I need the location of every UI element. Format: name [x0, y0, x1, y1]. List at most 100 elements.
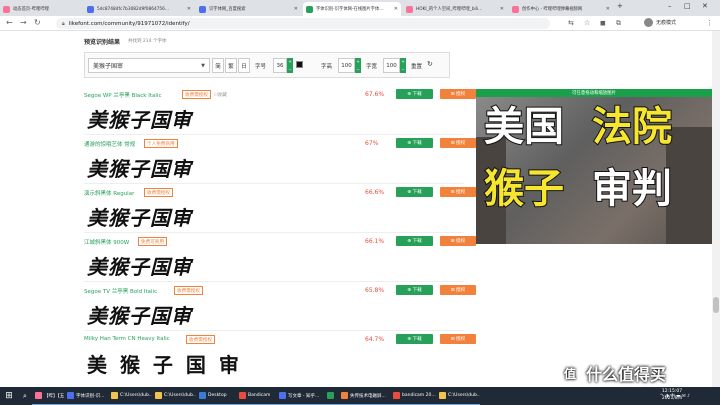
taskbar-app-item[interactable]: 字体识别-识... — [64, 387, 108, 405]
reset-icon[interactable]: ↻ — [427, 60, 433, 68]
width-input[interactable]: 100 — [383, 58, 400, 73]
size-input[interactable]: 36 — [273, 58, 287, 73]
search-icon[interactable]: ⌕ — [18, 387, 32, 405]
preview-text-select[interactable]: 美猴子国审 ▼ — [88, 58, 210, 73]
download-button[interactable]: ⊕ 下载 — [396, 285, 433, 295]
download-label: 下载 — [412, 141, 422, 146]
forward-icon[interactable]: → — [20, 18, 27, 27]
puzzle-icon[interactable]: ⧉ — [616, 19, 621, 28]
reset-button[interactable]: 重置 — [411, 62, 422, 70]
taskbar-app-item[interactable]: bandicam 20... — [390, 387, 436, 405]
font-name-link[interactable]: Milky Han Term CN Heavy Italic — [84, 336, 170, 342]
font-name-link[interactable]: 演示斜黑体 Regular — [84, 189, 134, 197]
font-result-row: 江城斜黑体 900W 免费可商用 66.1% ⊕ 下载 ⊞ 授权 美猴子国审 — [84, 233, 476, 282]
font-name-link[interactable]: Segoe TV 兰亭黑 Bold Italic — [84, 287, 157, 295]
authorize-button[interactable]: ⊞ 授权 — [440, 187, 476, 197]
font-preview: 美猴子国审 — [87, 304, 192, 328]
taskbar-app-item[interactable]: Bandicam — [236, 387, 276, 405]
star-icon[interactable]: ☆ — [584, 19, 590, 27]
minus-icon[interactable]: − — [401, 67, 404, 72]
license-tag: 收费需授权 — [174, 286, 203, 295]
taskbar-app-item[interactable]: 失传技术电磁屏... — [338, 387, 390, 405]
watermark: 值 什么值得买 — [560, 360, 710, 386]
font-name-link[interactable]: 通游的惊哦艺体 常规 — [84, 140, 135, 148]
minimize-button[interactable]: – — [668, 2, 672, 10]
minus-icon[interactable]: − — [288, 67, 291, 72]
download-button[interactable]: ⊕ 下载 — [396, 138, 433, 148]
authorize-button[interactable]: ⊞ 授权 — [440, 236, 476, 246]
maximize-button[interactable]: □ — [684, 2, 691, 10]
width-stepper[interactable]: + − — [400, 58, 406, 73]
taskbar-app-item[interactable]: C:\Users\dub... — [152, 387, 196, 405]
download-button[interactable]: ⊕ 下载 — [396, 187, 433, 197]
floating-source-image[interactable]: 可任意拖动和缩放图片 美国 法院 猴子 审判 — [476, 89, 712, 244]
simplified-button[interactable]: 简 — [212, 58, 224, 73]
close-icon[interactable]: ✕ — [184, 6, 191, 12]
favorite-link[interactable]: ☆收藏 — [213, 91, 227, 98]
authorize-button[interactable]: ⊞ 授权 — [440, 334, 476, 344]
taskbar-app-item[interactable]: C:\Users\dub... — [436, 387, 480, 405]
url-input[interactable]: 🔒︎ likefont.com/community/91971072/ident… — [56, 18, 550, 29]
font-result-row: Segoe TV 兰亭黑 Bold Italic 收费需授权 65.8% ⊕ 下… — [84, 282, 476, 331]
taskbar-app-label: bandicam 20... — [402, 393, 436, 398]
size-stepper[interactable]: + − — [287, 58, 293, 73]
height-input[interactable]: 100 — [338, 58, 355, 73]
tab-creator-center[interactable]: 创作中心 - 哔哩哔哩弹幕视频网 ✕ — [509, 2, 613, 16]
bilibili-tab-icon — [512, 5, 519, 13]
license-tag: 收费需授权 — [182, 90, 211, 99]
taskbar-app-item[interactable]: C:\Users\dub... — [108, 387, 152, 405]
minus-icon[interactable]: − — [356, 67, 359, 72]
tab-baidu-search[interactable]: 识字体网_百度搜索 ✕ — [196, 2, 301, 16]
scrollbar-thumb[interactable] — [713, 297, 719, 313]
taskbar-app-item[interactable]: 【哔】【五F... — [32, 387, 64, 405]
plus-icon[interactable]: + — [401, 59, 404, 64]
taskbar-app-label: C:\Users\dub... — [164, 393, 196, 398]
preview-text-value: 美猴子国审 — [93, 63, 124, 70]
new-tab-button[interactable]: + — [617, 2, 623, 10]
authorize-button[interactable]: ⊞ 授权 — [440, 89, 476, 99]
translate-icon[interactable]: ⇆ — [568, 19, 574, 27]
sun-button[interactable]: 日 — [238, 58, 250, 73]
taskbar-app-item[interactable]: 写文章 - 知乎... — [276, 387, 324, 405]
font-name-link[interactable]: 江城斜黑体 900W — [84, 238, 129, 246]
extension-icon[interactable]: ◼ — [600, 19, 606, 27]
match-percent: 64.7% — [365, 336, 385, 343]
authorize-button[interactable]: ⊞ 授权 — [440, 285, 476, 295]
close-icon[interactable]: ✕ — [291, 6, 298, 12]
taskbar-app-item[interactable] — [324, 387, 338, 405]
page-scrollbar[interactable] — [712, 31, 720, 387]
height-stepper[interactable]: + − — [355, 58, 361, 73]
incognito-profile[interactable]: 无痕模式 — [644, 18, 676, 27]
page-content: 预览识别结果 共找到 214 个字体 美猴子国审 ▼ 简 繁 日 字号 36 +… — [0, 31, 720, 387]
color-swatch[interactable] — [296, 61, 303, 68]
plus-icon[interactable]: + — [288, 59, 291, 64]
clock-date: 2021/8/4 — [661, 396, 683, 401]
window-close-button[interactable]: ✕ — [702, 2, 708, 10]
close-icon[interactable]: ✕ — [391, 6, 398, 12]
plus-icon[interactable]: + — [356, 59, 359, 64]
tab-image-link[interactable]: 5dc87484fc7b3082d9f0864756... ✕ — [84, 2, 194, 16]
reload-icon[interactable]: ↻ — [34, 18, 41, 27]
authorize-button[interactable]: ⊞ 授权 — [440, 138, 476, 148]
font-preview: 美猴子国审 — [87, 255, 192, 279]
taskbar-clock[interactable]: 12:15:07 2021/8/4 — [652, 388, 692, 402]
download-button[interactable]: ⊕ 下载 — [396, 334, 433, 344]
font-name-link[interactable]: Segoe WP 兰亭黑 Black Italic — [84, 91, 161, 99]
menu-icon[interactable]: ⋮ — [706, 19, 713, 27]
taskbar-app-item[interactable]: Desktop — [196, 387, 236, 405]
tab-dynamic-home[interactable]: 动态首页-哔哩哔哩 — [0, 2, 52, 16]
close-icon[interactable]: ✕ — [497, 6, 504, 12]
tab-font-identify[interactable]: 字体识别-识字体网-在线图片字体... ✕ — [303, 2, 401, 16]
windows-start-icon[interactable]: ⊞ — [0, 387, 18, 405]
license-tag: 个人免费商用 — [144, 139, 178, 148]
traditional-button[interactable]: 繁 — [225, 58, 237, 73]
building-shape — [666, 127, 712, 244]
taskbar-app-label: Bandicam — [248, 393, 271, 398]
watermark-text: 什么值得买 — [586, 365, 667, 384]
url-text: likefont.com/community/91971072/identify… — [68, 20, 190, 27]
tab-hoki-space[interactable]: HOKI_的个人空间_哔哩哔哩_bili... ✕ — [403, 2, 507, 16]
download-button[interactable]: ⊕ 下载 — [396, 236, 433, 246]
close-icon[interactable]: ✕ — [603, 6, 610, 12]
back-icon[interactable]: ← — [6, 18, 13, 27]
download-button[interactable]: ⊕ 下载 — [396, 89, 433, 99]
